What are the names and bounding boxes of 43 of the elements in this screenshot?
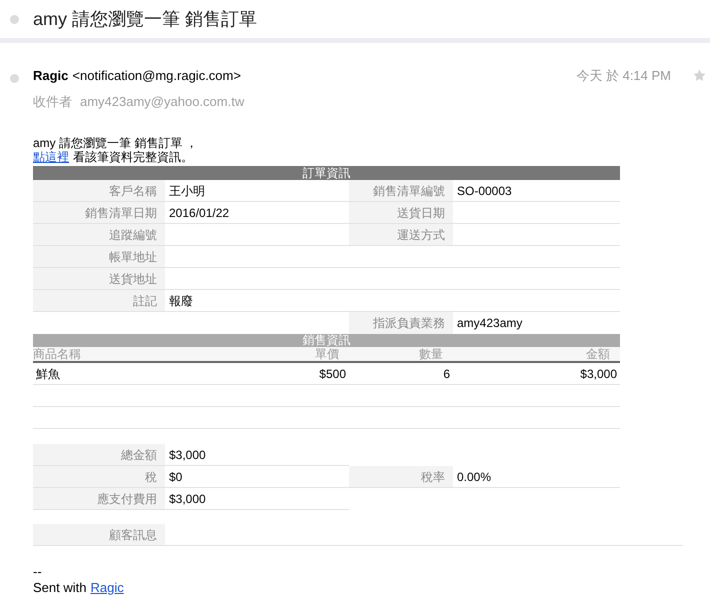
field-label: 稅率 <box>349 466 453 488</box>
table-cell-text: 鮮魚 <box>35 366 61 383</box>
field-value: $3,000 <box>165 444 349 466</box>
field-label: 指派負責業務 <box>349 312 453 334</box>
field-label: 客戶名稱 <box>33 180 165 202</box>
star-icon[interactable] <box>693 69 706 82</box>
field-label: 稅 <box>33 466 165 488</box>
section-header: 銷售資訊 <box>33 334 620 347</box>
field-label: 追蹤編號 <box>33 224 165 246</box>
intro-text: amy 請您瀏覽一筆 銷售訂單 ， <box>33 136 199 150</box>
signature-separator: -- <box>33 564 43 580</box>
field-label: 總金額 <box>33 444 165 466</box>
column-header: 商品名稱 <box>33 347 82 361</box>
field-label: 送貨日期 <box>349 202 453 224</box>
recipient-label: 收件者 <box>33 92 72 110</box>
field-label: 註記 <box>33 290 165 312</box>
field-label: 顧客訊息 <box>33 524 165 546</box>
field-value: SO-00003 <box>453 180 620 202</box>
field-value: $3,000 <box>165 488 349 510</box>
column-header: 金額 <box>585 347 611 361</box>
info-text: 看該筆資料完整資訊。 <box>73 150 193 164</box>
field-label: 帳單地址 <box>33 246 165 268</box>
field-label: 運送方式 <box>349 224 453 246</box>
table-cell-text: 6 <box>442 366 451 383</box>
recipient-email: amy423amy@yahoo.com.tw <box>80 92 244 111</box>
section-header: 訂單資訊 <box>33 166 620 180</box>
email-time: 今天 於 4:14 PM <box>576 67 671 85</box>
table-cell-text: $3,000 <box>579 366 618 383</box>
sender-email: <notification@mg.ragic.com> <box>72 67 241 85</box>
field-value: 0.00% <box>453 466 620 488</box>
field-label: 銷售清單編號 <box>349 180 453 202</box>
field-label: 送貨地址 <box>33 268 165 290</box>
email-subject: amy 請您瀏覽一筆 銷售訂單 <box>33 8 258 31</box>
column-header: 單價 <box>314 347 340 361</box>
field-label: 應支付費用 <box>33 488 165 510</box>
link[interactable]: Ragic <box>90 580 124 596</box>
sender-name: Ragic <box>33 67 68 85</box>
link[interactable]: 點這裡 <box>33 150 69 164</box>
column-header: 數量 <box>418 347 444 361</box>
field-value: amy423amy <box>456 315 524 332</box>
footer-text: Sent with <box>33 580 86 596</box>
field-label: 銷售清單日期 <box>33 202 165 224</box>
table-cell-text: $500 <box>318 366 347 383</box>
